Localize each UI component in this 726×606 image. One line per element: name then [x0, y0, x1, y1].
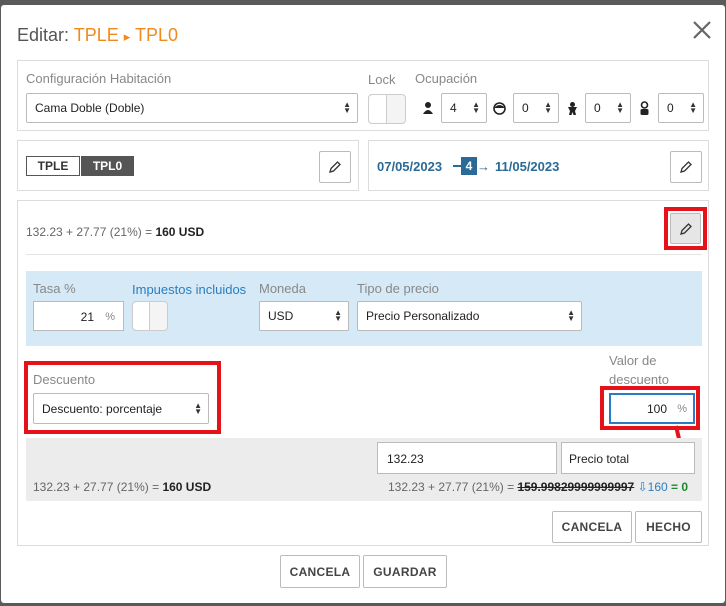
edit-price-button[interactable]	[670, 213, 701, 244]
base-amount-value: 132.23	[387, 452, 424, 466]
price-type-value: Precio Personalizado	[366, 309, 480, 323]
children-select[interactable]: 0 ▲ ▼	[585, 93, 631, 123]
infants-value: 0	[667, 101, 674, 115]
new-total: 160	[647, 480, 668, 494]
date-from: 07/05/2023	[377, 159, 443, 174]
price-panel: 132.23 + 27.77 (21%) = 160 USD Tasa % 21…	[17, 200, 709, 546]
lock-toggle[interactable]	[368, 94, 406, 124]
edit-rate-button[interactable]	[319, 151, 351, 183]
price-type-select[interactable]: Precio Personalizado ▲ ▼	[357, 301, 582, 331]
junior-icon	[493, 102, 506, 118]
title-code-to: TPL0	[134, 25, 179, 45]
pencil-icon	[329, 161, 341, 173]
select-arrows-icon: ▲ ▼	[343, 100, 351, 115]
tax-input[interactable]: 21 %	[33, 301, 124, 331]
room-config-value: Cama Doble (Doble)	[35, 101, 145, 115]
summary-band: 132.23 Precio total 132.23 + 27.77 (21%)…	[26, 438, 702, 501]
room-config-label: Configuración Habitación	[26, 71, 172, 86]
room-config-panel: Configuración Habitación Cama Doble (Dob…	[17, 60, 709, 131]
discount-formula: 132.23 + 27.77 (21%) = 159.9982999999999…	[388, 480, 689, 494]
discount-value-label: Valor de descuento	[609, 353, 669, 387]
adults-value: 4	[450, 101, 457, 115]
price-formula: 132.23 + 27.77 (21%) = 160 USD	[26, 225, 205, 239]
discount-value-input[interactable]: 100 %	[609, 393, 695, 424]
total-type-select[interactable]: Precio total	[561, 442, 695, 474]
currency-select[interactable]: USD ▲ ▼	[259, 301, 349, 331]
pencil-icon	[679, 222, 692, 235]
discount-type-select[interactable]: Descuento: porcentaje ▲ ▼	[33, 393, 209, 424]
discount-type-value: Descuento: porcentaje	[42, 401, 163, 416]
adult-icon	[422, 101, 434, 118]
taxes-included-label: Impuestos incluidos	[132, 282, 247, 297]
date-to: 11/05/2023	[495, 159, 560, 174]
save-button[interactable]: GUARDAR	[363, 555, 447, 588]
inner-cancel-button[interactable]: CANCELA	[552, 511, 632, 543]
lock-label: Lock	[368, 72, 396, 87]
cancel-button[interactable]: CANCELA	[280, 555, 360, 588]
discount-value: 100	[646, 402, 667, 416]
struck-total: 159.99829999999997	[517, 480, 635, 494]
arrow-right-icon: →	[477, 159, 490, 174]
rate-tags-panel: TPLE TPL0	[17, 140, 359, 191]
children-value: 0	[594, 101, 601, 115]
title-code-from: TPLE	[73, 25, 119, 45]
arrow-down-icon: ⇩	[637, 480, 648, 494]
currency-value: USD	[268, 309, 294, 323]
title-prefix: Editar:	[17, 25, 70, 45]
total-type-value: Precio total	[569, 452, 630, 466]
close-icon[interactable]	[691, 19, 713, 41]
taxes-included-toggle[interactable]	[132, 301, 168, 331]
modal-title: Editar: TPLE ▸ TPL0	[17, 25, 178, 46]
edit-modal: Editar: TPLE ▸ TPL0 Configuración Habita…	[1, 5, 725, 603]
adults-select[interactable]: 4 ▲ ▼	[441, 93, 487, 123]
rate-tag-tpl0[interactable]: TPL0	[81, 156, 134, 176]
discount-result: = 0	[671, 480, 689, 494]
base-amount-input[interactable]: 132.23	[377, 442, 557, 474]
price-type-label: Tipo de precio	[357, 281, 439, 296]
tax-value: 21	[80, 310, 94, 324]
tax-label: Tasa %	[33, 281, 76, 296]
title-arrow-icon: ▸	[123, 29, 131, 44]
juniors-select[interactable]: 0 ▲ ▼	[513, 93, 559, 123]
occupancy-label: Ocupación	[415, 71, 478, 86]
dates-panel: 07/05/2023 4 → 11/05/2023	[368, 140, 709, 191]
room-config-select[interactable]: Cama Doble (Doble) ▲ ▼	[26, 93, 358, 123]
juniors-value: 0	[522, 101, 529, 115]
done-button[interactable]: HECHO	[635, 511, 702, 543]
child-icon	[566, 101, 579, 119]
discount-unit: %	[677, 403, 687, 415]
infants-select[interactable]: 0 ▲ ▼	[658, 93, 704, 123]
pencil-icon	[680, 161, 692, 173]
nights-badge: 4	[461, 157, 477, 175]
tax-unit: %	[105, 311, 115, 323]
currency-label: Moneda	[259, 281, 306, 296]
tax-band: Tasa % 21 % Impuestos incluidos Moneda U…	[26, 271, 702, 346]
edit-dates-button[interactable]	[670, 151, 702, 183]
rate-tag-tple[interactable]: TPLE	[26, 156, 80, 176]
discount-label: Descuento	[33, 372, 96, 387]
infant-icon	[638, 101, 651, 119]
summary-formula: 132.23 + 27.77 (21%) = 160 USD	[33, 480, 212, 494]
